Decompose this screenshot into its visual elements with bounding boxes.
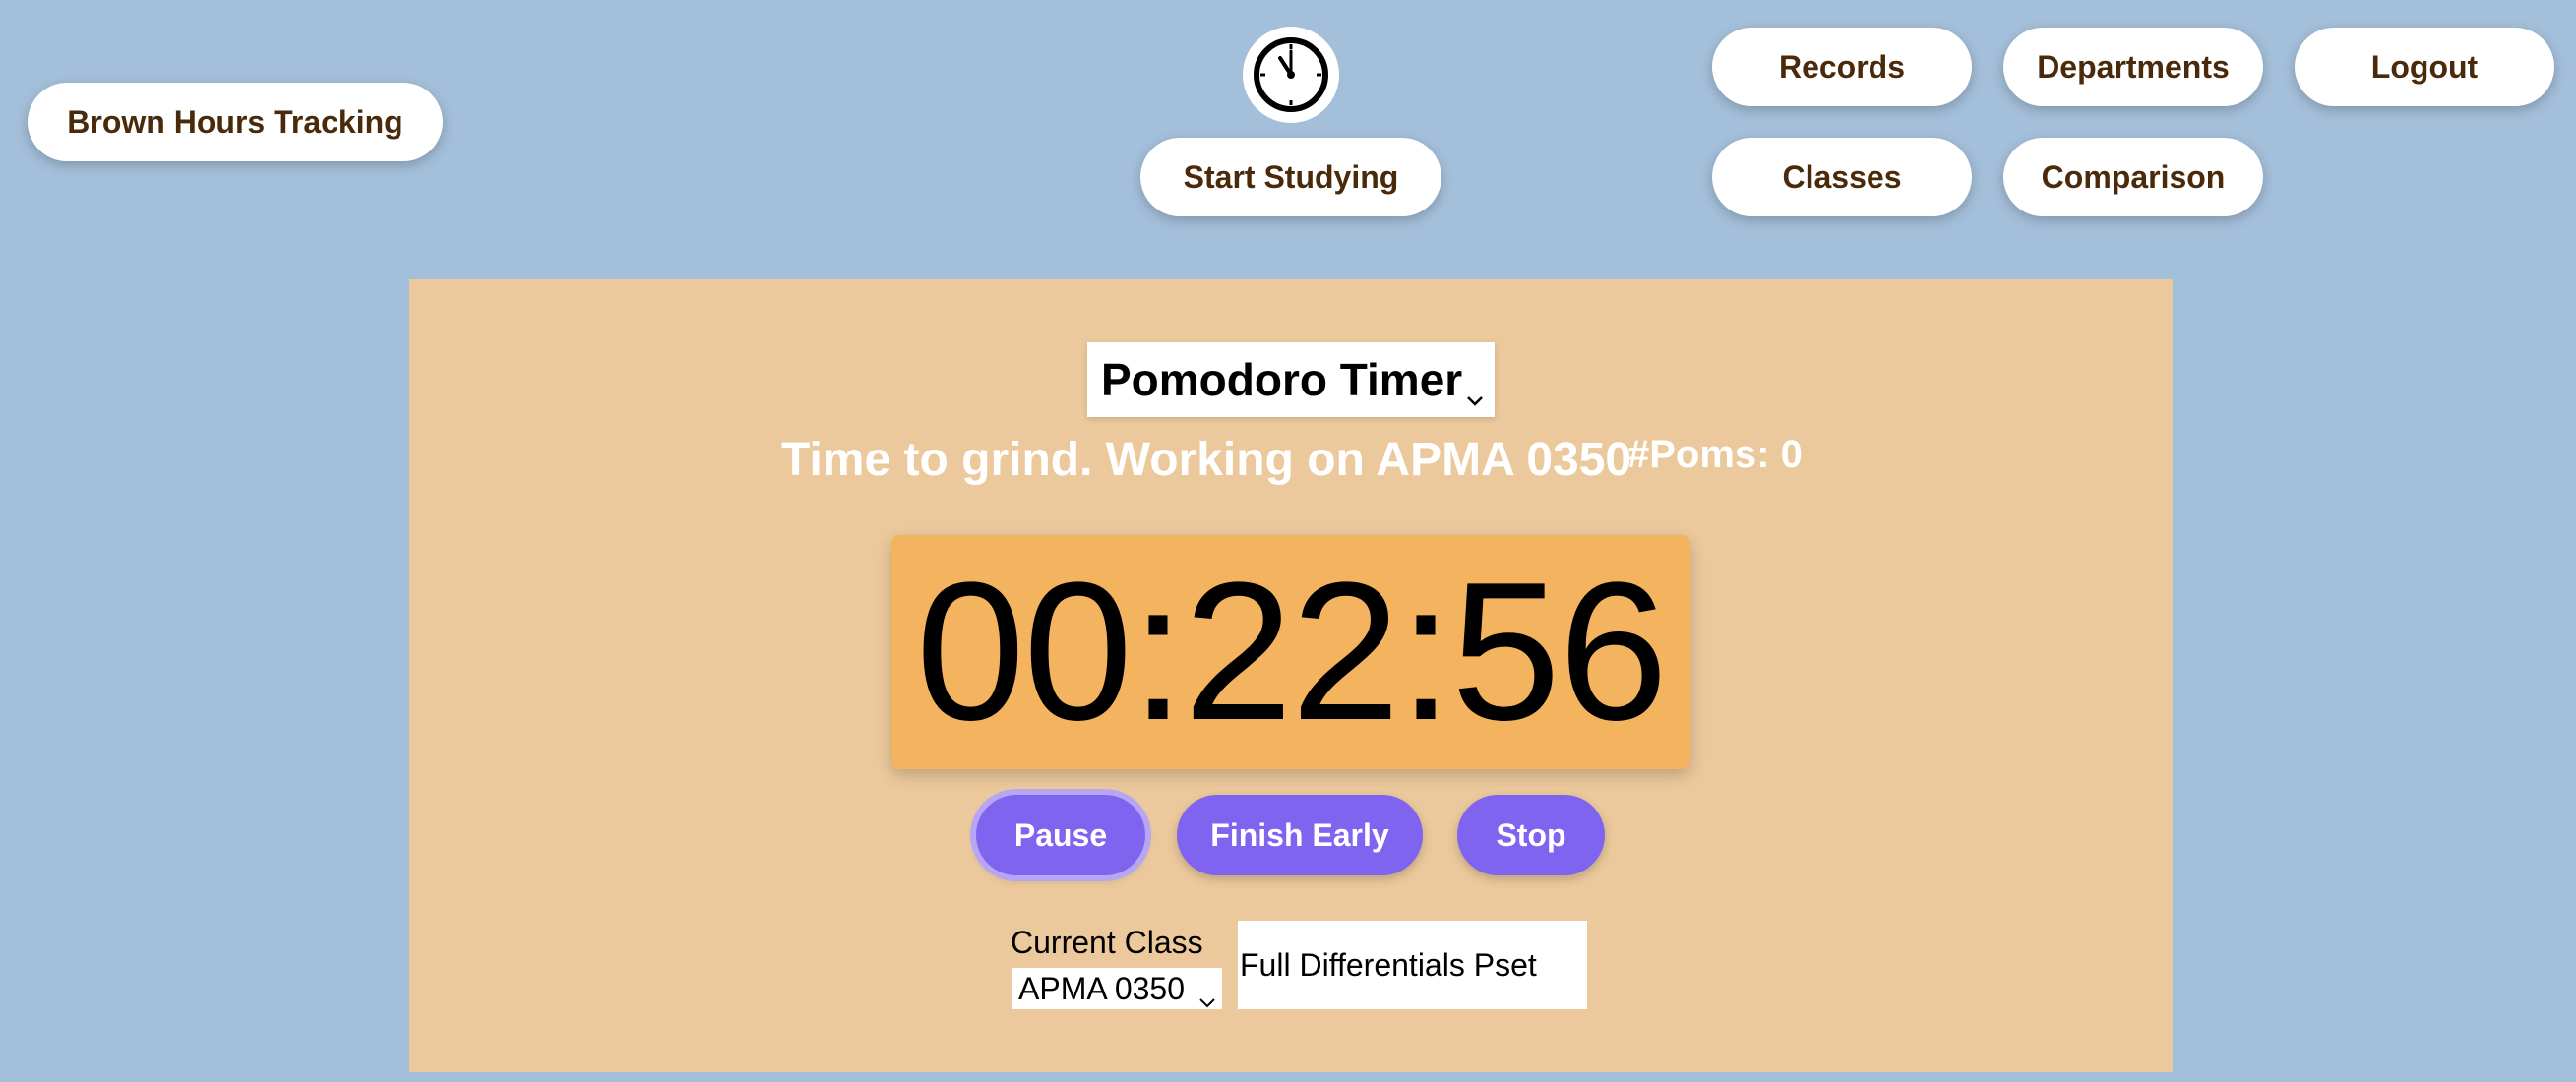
records-label: Records <box>1778 48 1906 85</box>
logout-button[interactable]: Logout <box>2295 28 2554 106</box>
chevron-down-icon <box>1465 366 1485 419</box>
timer-time: 00:22:56 <box>915 542 1669 761</box>
chevron-down-icon <box>1198 981 1216 1017</box>
clock-logo[interactable] <box>1243 27 1339 123</box>
finish-early-label: Finish Early <box>1210 816 1389 853</box>
brand-label: Brown Hours Tracking <box>67 103 403 140</box>
classes-button[interactable]: Classes <box>1712 138 1972 216</box>
class-select-value: APMA 0350 <box>1018 970 1185 1006</box>
brand-button[interactable]: Brown Hours Tracking <box>28 83 443 161</box>
start-studying-button[interactable]: Start Studying <box>1140 138 1441 216</box>
class-select[interactable]: APMA 0350 <box>1012 968 1222 1009</box>
timer-mode-select[interactable]: Pomodoro Timer <box>1087 342 1495 417</box>
classes-label: Classes <box>1782 158 1902 195</box>
task-input[interactable] <box>1238 921 1587 1009</box>
comparison-label: Comparison <box>2041 158 2226 195</box>
start-studying-label: Start Studying <box>1183 158 1399 195</box>
departments-label: Departments <box>2037 48 2230 85</box>
stop-label: Stop <box>1496 816 1566 853</box>
poms-count: #Poms: 0 <box>1627 433 1803 476</box>
stop-button[interactable]: Stop <box>1457 795 1605 875</box>
current-class-label: Current Class <box>1011 925 1203 960</box>
departments-button[interactable]: Departments <box>2003 28 2263 106</box>
timer-mode-value: Pomodoro Timer <box>1101 354 1463 405</box>
pause-button[interactable]: Pause <box>976 795 1145 875</box>
pause-label: Pause <box>1013 816 1108 853</box>
timer-display: 00:22:56 <box>891 535 1690 769</box>
status-message: Time to grind. Working on APMA 0350 <box>781 434 1632 486</box>
finish-early-button[interactable]: Finish Early <box>1177 795 1423 875</box>
records-button[interactable]: Records <box>1712 28 1972 106</box>
comparison-button[interactable]: Comparison <box>2003 138 2263 216</box>
clock-icon <box>1251 34 1331 115</box>
logout-label: Logout <box>2370 48 2479 85</box>
